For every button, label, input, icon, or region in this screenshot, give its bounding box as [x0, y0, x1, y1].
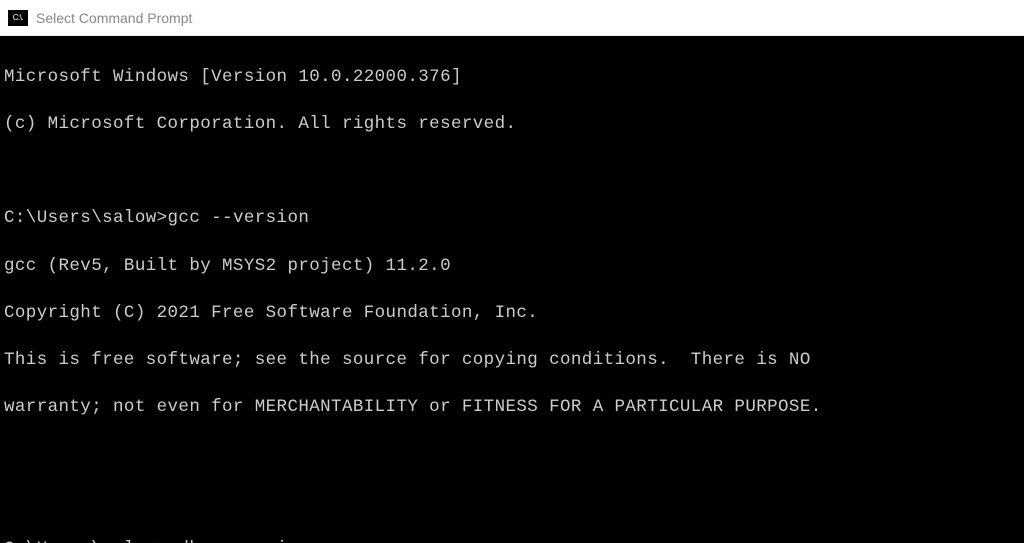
- title-bar[interactable]: C:\. Select Command Prompt: [0, 0, 1024, 36]
- terminal-line: gcc (Rev5, Built by MSYS2 project) 11.2.…: [4, 255, 1024, 279]
- terminal-line: Microsoft Windows [Version 10.0.22000.37…: [4, 66, 1024, 90]
- cmd-app-icon: C:\.: [8, 10, 28, 26]
- terminal-blank: [4, 491, 1024, 515]
- terminal-prompt-line: C:\Users\salow>gcc --version: [4, 207, 1024, 231]
- terminal-blank: [4, 160, 1024, 184]
- terminal-body[interactable]: Microsoft Windows [Version 10.0.22000.37…: [0, 36, 1024, 543]
- terminal-line: This is free software; see the source fo…: [4, 349, 1024, 373]
- terminal-prompt-line: C:\Users\salow>gdb --version: [4, 538, 1024, 543]
- terminal-blank: [4, 444, 1024, 468]
- prompt-prefix: C:\Users\salow>: [4, 539, 168, 543]
- terminal-line: Copyright (C) 2021 Free Software Foundat…: [4, 302, 1024, 326]
- prompt-prefix: C:\Users\salow>: [4, 208, 168, 228]
- terminal-line: warranty; not even for MERCHANTABILITY o…: [4, 396, 1024, 420]
- typed-command: gdb --version: [168, 539, 310, 543]
- typed-command: gcc --version: [168, 208, 310, 228]
- window-title: Select Command Prompt: [36, 10, 192, 26]
- terminal-line: (c) Microsoft Corporation. All rights re…: [4, 113, 1024, 137]
